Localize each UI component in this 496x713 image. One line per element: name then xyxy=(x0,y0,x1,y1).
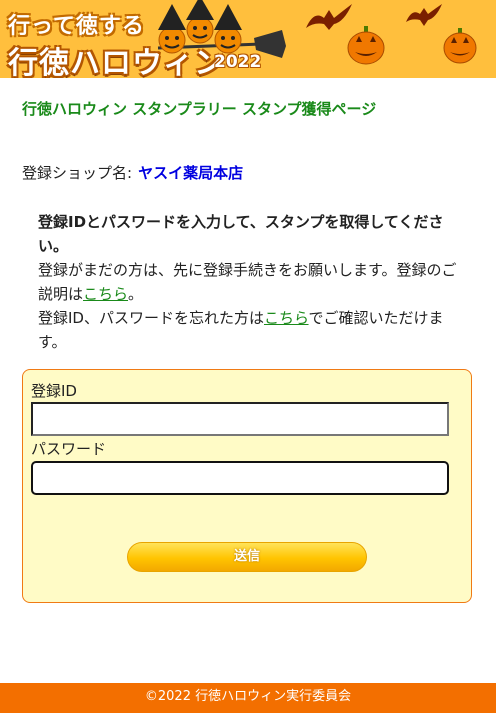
logo-tagline: 行って徳する xyxy=(8,14,145,39)
password-input[interactable] xyxy=(31,461,449,495)
registration-help-link[interactable]: こちら xyxy=(83,285,128,303)
jack-o-lantern-icon xyxy=(443,28,477,64)
instructions-forgot-text: 登録ID、パスワードを忘れた方は xyxy=(38,309,264,327)
password-label: パスワード xyxy=(31,440,107,458)
instructions-registration-suffix: 。 xyxy=(128,285,144,303)
instructions-forgot: 登録ID、パスワードを忘れた方はこちらでご確認いただけます。 xyxy=(38,306,466,354)
shop-label: 登録ショップ名: xyxy=(22,164,133,182)
footer-copyright: ©2022 行徳ハロウィン実行委員会 xyxy=(0,683,496,713)
shop-info: 登録ショップ名: ヤスイ薬局本店 xyxy=(22,162,243,183)
page-title: 行徳ハロウィン スタンプラリー スタンプ獲得ページ xyxy=(22,100,377,118)
instructions-registration: 登録がまだの方は、先に登録手続きをお願いします。登録のご説明はこちら。 xyxy=(38,258,466,306)
site-header: 行って徳する 行徳ハロウィン 2022 xyxy=(0,0,496,78)
instructions: 登録IDとパスワードを入力して、スタンプを取得してください。 登録がまだの方は、… xyxy=(38,210,466,354)
jack-o-lantern-icon xyxy=(347,26,385,65)
pumpkin-witches-icon xyxy=(157,0,286,58)
submit-button[interactable]: 送信 xyxy=(127,542,367,572)
login-form: 登録ID パスワード 送信 xyxy=(22,369,472,603)
login-id-input[interactable] xyxy=(31,402,449,436)
shop-name: ヤスイ薬局本店 xyxy=(138,164,244,182)
instructions-lead: 登録IDとパスワードを入力して、スタンプを取得してください。 xyxy=(38,213,444,255)
forgot-credentials-link[interactable]: こちら xyxy=(264,309,309,327)
bat-icon xyxy=(406,4,442,26)
id-label: 登録ID xyxy=(31,382,77,400)
